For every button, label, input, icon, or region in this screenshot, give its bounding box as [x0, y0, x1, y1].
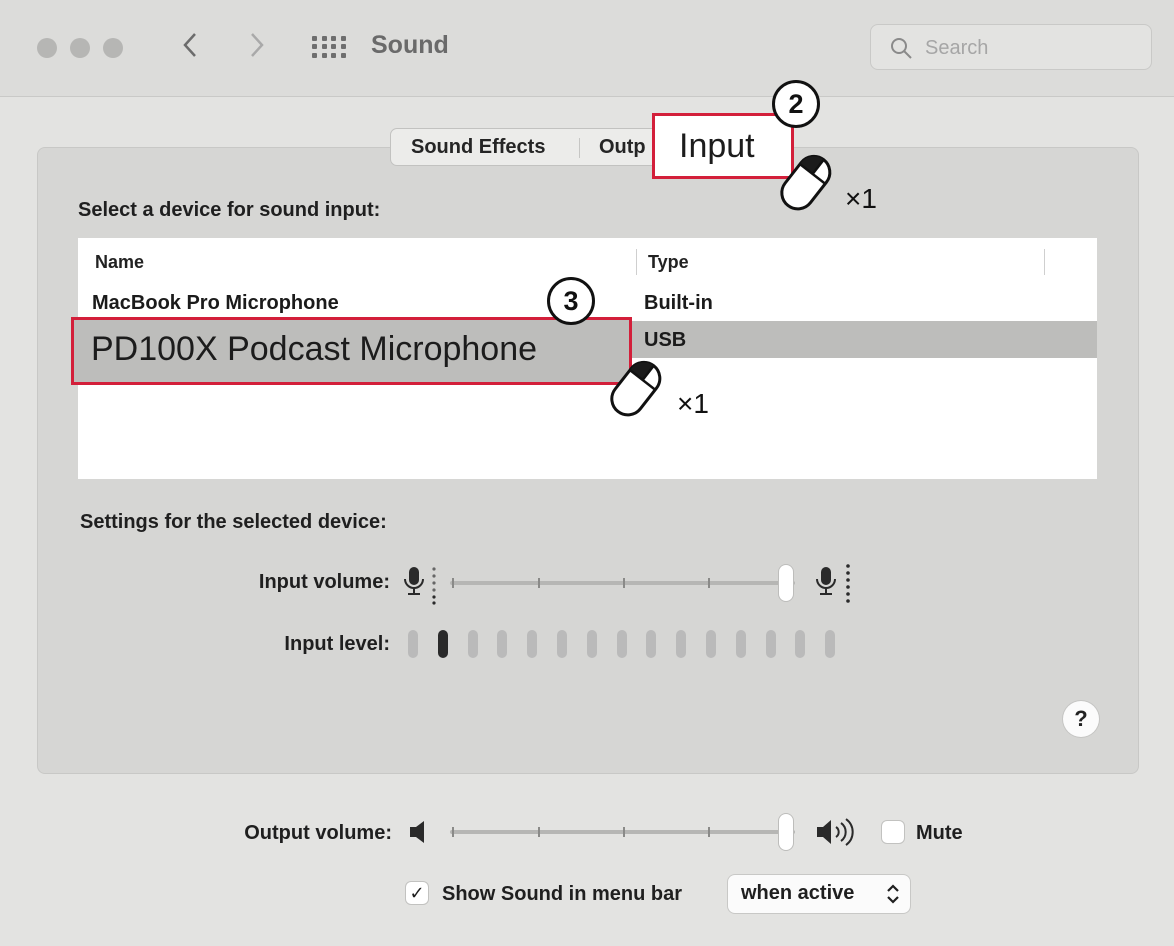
forward-icon[interactable]	[247, 30, 267, 68]
tab-sound-effects[interactable]: Sound Effects	[411, 133, 545, 161]
zoom-button[interactable]	[103, 38, 123, 58]
mouse-icon	[610, 360, 662, 417]
level-indicator	[497, 630, 507, 658]
slider-tick	[452, 578, 454, 588]
search-input[interactable]	[923, 33, 1137, 63]
level-indicator	[736, 630, 746, 658]
step-badge-3: 3	[547, 277, 595, 325]
column-divider	[1044, 249, 1045, 275]
mouse-icon	[780, 154, 832, 211]
click-count-label: ×1	[845, 183, 877, 214]
mic-high-icon	[816, 564, 850, 603]
menubar-visibility-popup[interactable]: when active	[728, 875, 910, 913]
speaker-low-icon	[410, 821, 424, 843]
input-section-label: Select a device for sound input:	[78, 199, 381, 221]
slider-tick	[538, 827, 540, 837]
device-row-type[interactable]: USB	[644, 329, 686, 352]
input-level-label: Input level:	[284, 633, 390, 655]
close-button[interactable]	[37, 38, 57, 58]
search-icon	[891, 38, 912, 59]
column-header-type[interactable]: Type	[648, 252, 689, 273]
level-indicator	[408, 630, 418, 658]
show-in-menubar-checkbox[interactable]: ✓	[406, 882, 428, 904]
mute-checkbox[interactable]	[882, 821, 904, 843]
level-indicator	[795, 630, 805, 658]
input-volume-label: Input volume:	[258, 571, 390, 593]
chevron-updown-icon	[886, 882, 900, 906]
slider-tick	[538, 578, 540, 588]
click-count-label: ×1	[677, 388, 709, 419]
level-indicator	[646, 630, 656, 658]
tab-input-label: Input	[679, 127, 755, 165]
level-indicator	[617, 630, 627, 658]
popup-value: when active	[741, 882, 855, 904]
slider-tick	[623, 578, 625, 588]
slider-tick	[708, 827, 710, 837]
column-divider	[636, 249, 637, 275]
device-row-name[interactable]: MacBook Pro Microphone	[92, 292, 339, 315]
search-field[interactable]	[870, 24, 1152, 70]
level-indicator	[527, 630, 537, 658]
minimize-button[interactable]	[70, 38, 90, 58]
slider-tick	[452, 827, 454, 837]
slider-tick	[623, 827, 625, 837]
speaker-high-icon	[817, 818, 854, 846]
mute-label[interactable]: Mute	[916, 822, 963, 845]
output-volume-label: Output volume:	[244, 822, 392, 844]
output-volume-knob[interactable]	[779, 814, 793, 850]
level-indicator	[766, 630, 776, 658]
level-indicator	[438, 630, 448, 658]
level-indicator	[587, 630, 597, 658]
device-row-name: PD100X Podcast Microphone	[91, 330, 538, 368]
show-in-menubar-label[interactable]: Show Sound in menu bar	[442, 883, 682, 906]
step-badge-2: 2	[772, 80, 820, 128]
level-indicator	[825, 630, 835, 658]
input-volume-knob[interactable]	[779, 565, 793, 601]
input-level-meter	[408, 630, 848, 658]
mic-low-icon	[404, 567, 436, 605]
column-header-name[interactable]: Name	[95, 252, 144, 273]
grid-icon[interactable]	[312, 36, 346, 58]
level-indicator	[706, 630, 716, 658]
tab-divider	[579, 138, 580, 158]
level-indicator	[468, 630, 478, 658]
device-row-type[interactable]: Built-in	[644, 292, 713, 315]
level-indicator	[676, 630, 686, 658]
device-row-selected[interactable]: PD100X Podcast Microphone	[71, 317, 632, 385]
window-title: Sound	[371, 31, 449, 59]
slider-tick	[708, 578, 710, 588]
help-button[interactable]: ?	[1063, 701, 1099, 737]
tab-output[interactable]: Outp	[599, 133, 646, 161]
settings-section-label: Settings for the selected device:	[80, 511, 387, 533]
back-icon[interactable]	[180, 30, 200, 68]
level-indicator	[557, 630, 567, 658]
